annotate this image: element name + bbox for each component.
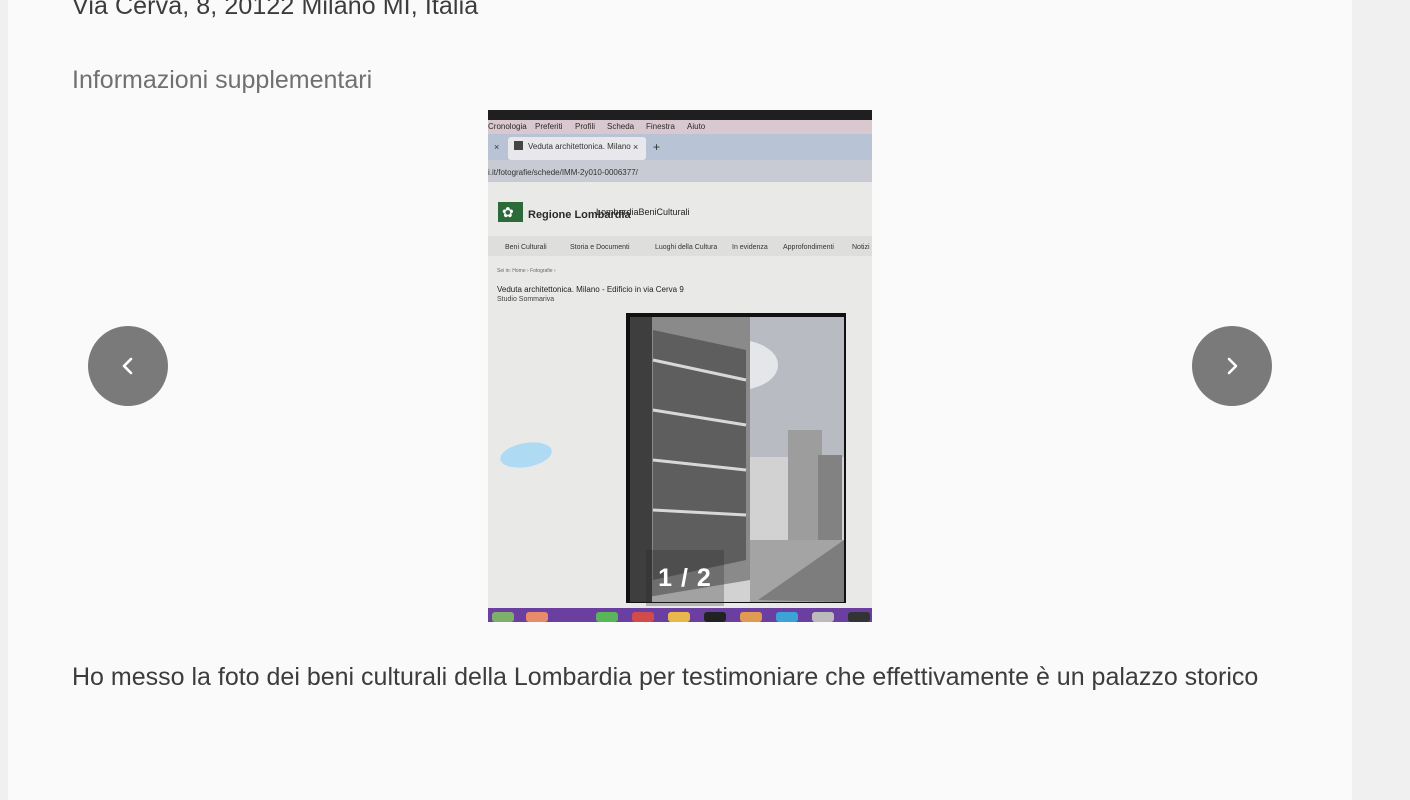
address-text: Via Cerva, 8, 20122 Milano MI, Italia <box>72 0 479 20</box>
photo-menu-item: Profili <box>575 122 595 131</box>
photo-menu-item: Scheda <box>607 122 635 131</box>
svg-text:×: × <box>633 142 638 152</box>
photo-menu-item: Preferiti <box>535 122 563 131</box>
photo-image: Cronologia Preferiti Profili Scheda Fine… <box>488 110 872 622</box>
section-title: Informazioni supplementari <box>72 66 373 94</box>
photo-breadcrumb: Sei in: Home › Fotografie › <box>497 268 556 274</box>
photo-menu-item: Cronologia <box>488 122 527 131</box>
gallery-prev-button[interactable] <box>88 326 168 406</box>
photo-nav-item: Luoghi della Cultura <box>655 244 717 251</box>
svg-text:×: × <box>494 142 499 152</box>
photo-nav-item: Storia e Documenti <box>570 244 630 251</box>
photo-nav-item: Approfondimenti <box>783 244 834 251</box>
description-text: Ho messo la foto dei beni culturali dell… <box>72 663 1259 691</box>
gallery-next-button[interactable] <box>1192 326 1272 406</box>
photo-url: i.it/fotografie/schede/IMM-2y010-0006377… <box>488 168 639 177</box>
photo-nav-item: In evidenza <box>732 244 768 251</box>
gallery-counter: 1 / 2 <box>646 550 724 606</box>
photo-tab-title: Veduta architettonica. Milano <box>528 142 631 151</box>
svg-text:+: + <box>653 140 660 154</box>
chevron-left-icon <box>122 357 133 375</box>
gallery-photo[interactable]: Cronologia Preferiti Profili Scheda Fine… <box>488 110 872 622</box>
svg-text:✿: ✿ <box>502 204 514 220</box>
photo-author: Studio Sommariva <box>497 296 554 303</box>
photo-menu-item: Aiuto <box>687 122 706 131</box>
photo-menu-item: Finestra <box>646 122 675 131</box>
content-page: Via Cerva, 8, 20122 Milano MI, Italia In… <box>8 0 1352 800</box>
photo-nav-item: Beni Culturali <box>505 244 547 251</box>
photo-nav-item: Notizi <box>852 244 870 251</box>
photo-heading: Veduta architettonica. Milano - Edificio… <box>497 285 684 294</box>
chevron-right-icon <box>1227 357 1238 375</box>
photo-site-name: LombardiaBeniCulturali <box>596 207 690 217</box>
